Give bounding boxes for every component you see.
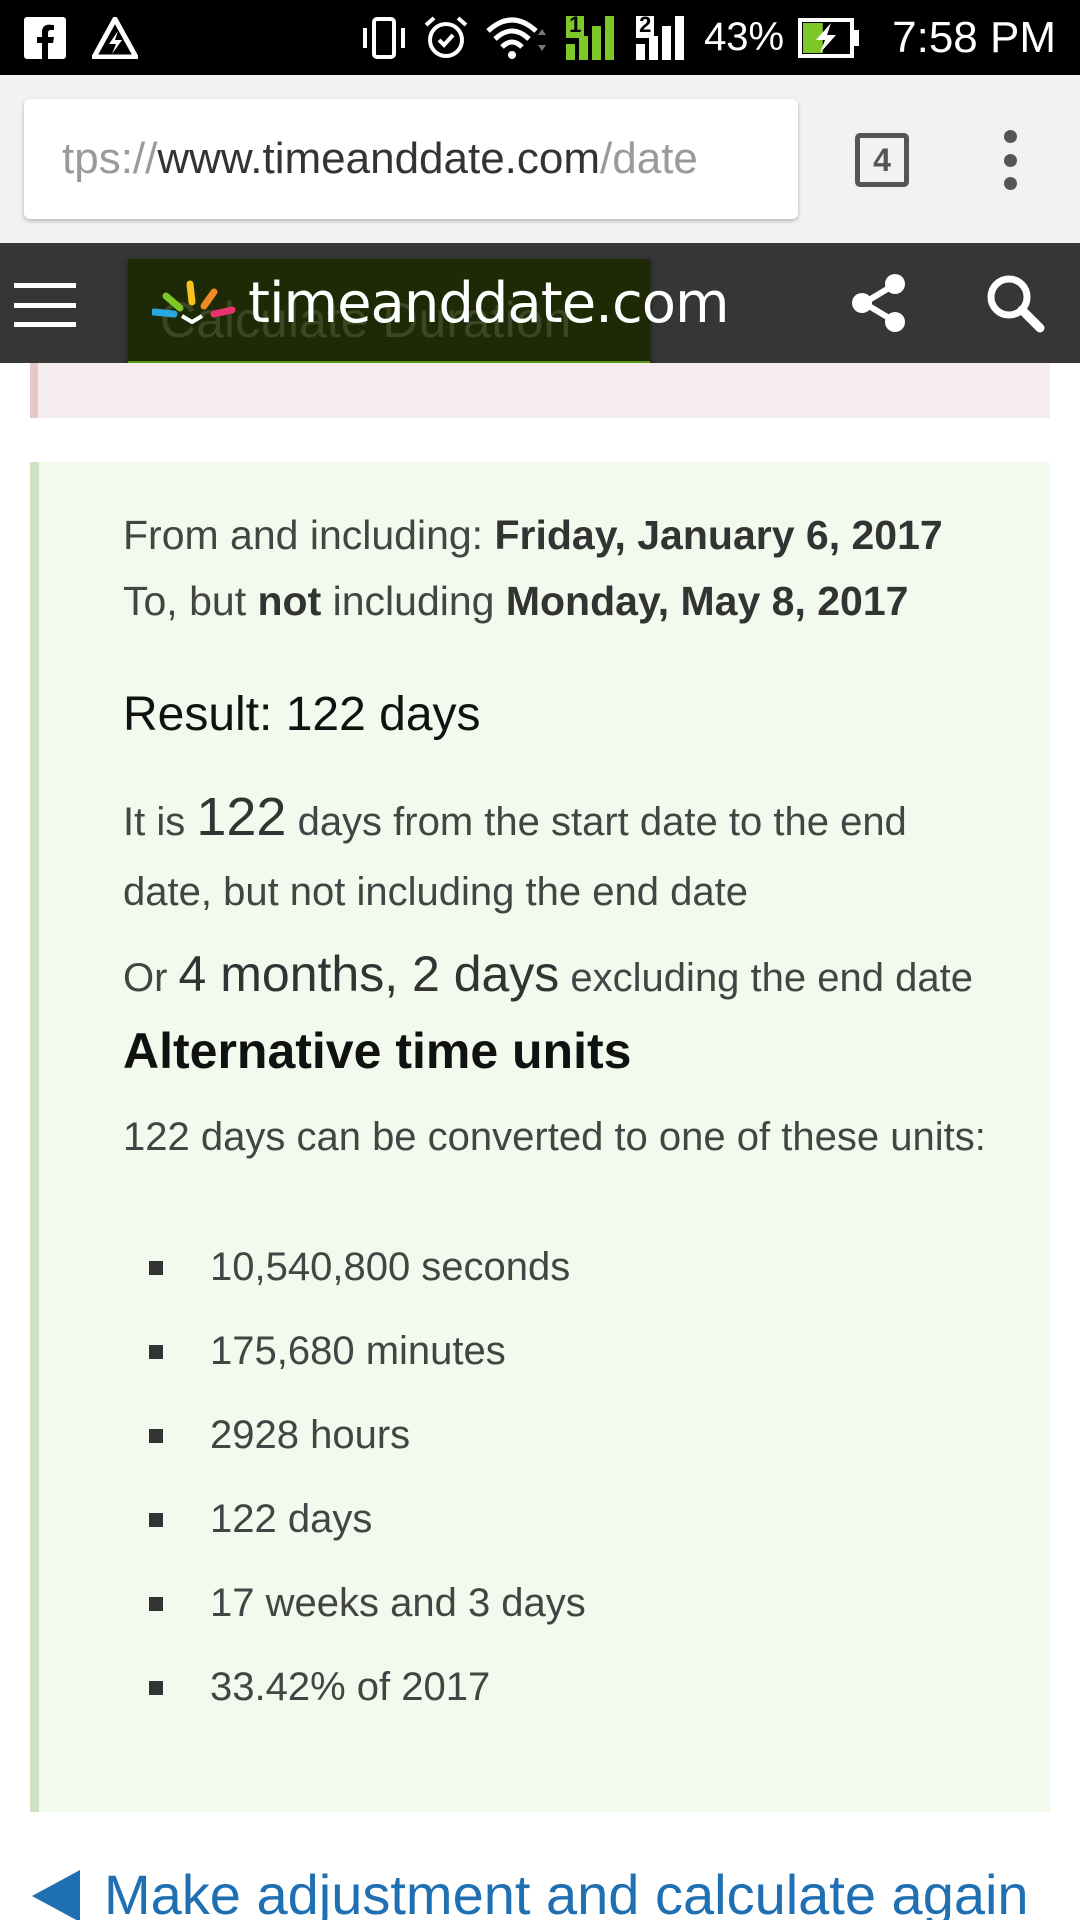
site-logo[interactable]: timeanddate.com bbox=[150, 270, 730, 336]
more-vert-icon[interactable] bbox=[995, 130, 1025, 190]
signal-sim1-icon: 1 bbox=[564, 11, 620, 62]
to-mid: including bbox=[321, 578, 506, 624]
share-icon[interactable] bbox=[850, 273, 908, 338]
warning-icon bbox=[92, 16, 138, 59]
para1-prefix: It is bbox=[123, 800, 197, 844]
unit-value: 17 weeks and 3 days bbox=[210, 1581, 586, 1625]
bullet-icon bbox=[149, 1513, 163, 1527]
result-title: Result: 122 days bbox=[123, 688, 481, 741]
wifi-icon bbox=[484, 15, 550, 61]
list-item: 2928 hours bbox=[123, 1410, 586, 1494]
sim2-label: 2 bbox=[639, 11, 652, 37]
back-arrow-icon bbox=[30, 1868, 82, 1920]
hamburger-menu-icon[interactable] bbox=[14, 283, 76, 327]
alarm-icon bbox=[422, 15, 470, 61]
alternative-units-intro: 122 days can be converted to one of thes… bbox=[123, 1115, 986, 1159]
clock-time: 7:58 PM bbox=[892, 12, 1056, 62]
make-adjustment-label: Make adjustment and calculate again bbox=[104, 1863, 1029, 1920]
url-host: www.timeanddate.com bbox=[157, 134, 601, 183]
status-bar: 1 2 43% 7:58 PM bbox=[0, 0, 1080, 75]
list-item: 33.42% of 2017 bbox=[123, 1662, 586, 1746]
from-label: From and including: bbox=[123, 512, 495, 558]
list-item: 122 days bbox=[123, 1494, 586, 1578]
para2-prefix: Or bbox=[123, 956, 179, 1000]
logo-burst-icon bbox=[150, 278, 238, 329]
months-days-description: Or 4 months, 2 days excluding the end da… bbox=[123, 945, 1023, 1003]
to-not: not bbox=[257, 578, 322, 624]
battery-percent: 43% bbox=[704, 15, 785, 59]
logo-text: timeanddate.com bbox=[248, 270, 730, 336]
search-icon[interactable] bbox=[985, 273, 1045, 338]
bullet-icon bbox=[149, 1429, 163, 1443]
list-item: 17 weeks and 3 days bbox=[123, 1578, 586, 1662]
signal-sim2-icon: 2 bbox=[634, 11, 690, 62]
result-description: It is 122 days from the start date to th… bbox=[123, 782, 1003, 927]
unit-value: 122 days bbox=[210, 1497, 373, 1541]
url-field[interactable]: tps://www.timeanddate.com/date bbox=[24, 99, 798, 219]
date-range: From and including: Friday, January 6, 2… bbox=[123, 502, 943, 634]
days-count: 122 bbox=[196, 787, 287, 847]
url-suffix: /date bbox=[600, 134, 698, 183]
bullet-icon bbox=[149, 1345, 163, 1359]
tab-switcher-button[interactable]: 4 bbox=[855, 133, 909, 187]
make-adjustment-link[interactable]: Make adjustment and calculate again bbox=[30, 1862, 1029, 1920]
list-item: 175,680 minutes bbox=[123, 1326, 586, 1410]
form-panel-bottom bbox=[30, 363, 1050, 418]
para2-suffix: excluding the end date bbox=[559, 956, 973, 1000]
facebook-icon bbox=[24, 16, 66, 59]
battery-charging-icon bbox=[798, 17, 860, 59]
alternative-units-title: Alternative time units bbox=[123, 1023, 632, 1079]
list-item: 10,540,800 seconds bbox=[123, 1242, 586, 1326]
browser-toolbar: tps://www.timeanddate.com/date 4 bbox=[0, 75, 1080, 243]
months-days-value: 4 months, 2 days bbox=[178, 946, 560, 1002]
tab-count: 4 bbox=[873, 141, 891, 178]
unit-value: 10,540,800 seconds bbox=[210, 1245, 571, 1289]
from-line: From and including: Friday, January 6, 2… bbox=[123, 502, 943, 568]
to-date: Monday, May 8, 2017 bbox=[505, 578, 909, 624]
vibrate-icon bbox=[360, 16, 408, 60]
sim1-label: 1 bbox=[569, 11, 582, 37]
units-list: 10,540,800 seconds 175,680 minutes 2928 … bbox=[123, 1242, 586, 1746]
site-header: Calculate Duration timeanddate.com bbox=[0, 243, 1080, 366]
result-panel: From and including: Friday, January 6, 2… bbox=[30, 462, 1050, 1812]
bullet-icon bbox=[149, 1261, 163, 1275]
bullet-icon bbox=[149, 1597, 163, 1611]
to-prefix: To, but bbox=[123, 578, 258, 624]
bullet-icon bbox=[149, 1681, 163, 1695]
url-prefix: tps:// bbox=[62, 134, 158, 183]
to-line: To, but not including Monday, May 8, 201… bbox=[123, 568, 943, 634]
unit-value: 175,680 minutes bbox=[210, 1329, 506, 1373]
unit-value: 33.42% of 2017 bbox=[210, 1665, 491, 1709]
from-date: Friday, January 6, 2017 bbox=[494, 512, 943, 558]
unit-value: 2928 hours bbox=[210, 1413, 411, 1457]
